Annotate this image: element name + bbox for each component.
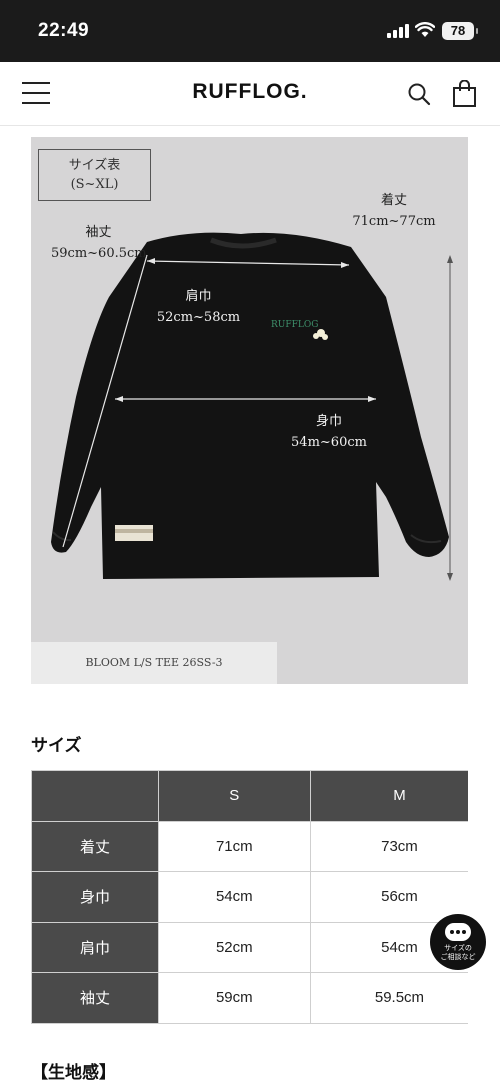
table-row: 肩巾 52cm 54cm bbox=[31, 921, 468, 973]
row-header: 着丈 bbox=[31, 820, 159, 872]
size-consultation-chat-button[interactable]: サイズの ご相談など bbox=[430, 914, 486, 970]
chat-bubble-icon bbox=[445, 923, 471, 941]
size-table: S M L 着丈 71cm 73cm 75c 身巾 54cm 56cm 58c … bbox=[31, 770, 468, 1024]
length-annotation: 着丈 71cm~77cm bbox=[349, 189, 439, 229]
size-section-title: サイズ bbox=[31, 736, 82, 755]
product-size-chart-image: RUFFLOG サイズ表 (S~XL) 袖丈 59cm~60.5cm 着丈 71… bbox=[31, 137, 468, 684]
table-row: 身巾 54cm 56cm 58c bbox=[31, 871, 468, 923]
table-row: 袖丈 59cm 59.5cm 60c bbox=[31, 972, 468, 1024]
sleeve-annotation: 袖丈 59cm~60.5cm bbox=[51, 221, 147, 261]
cellular-signal-icon bbox=[387, 24, 409, 38]
table-cell: 73cm bbox=[309, 820, 468, 872]
body-width-value: 54m~60cm bbox=[291, 435, 367, 450]
chat-label-line2: ご相談など bbox=[440, 954, 476, 961]
site-header: RUFFLOG. bbox=[0, 62, 500, 126]
column-header: M bbox=[309, 770, 468, 822]
body-width-label: 身巾 bbox=[315, 414, 342, 429]
table-cell: 59.5cm bbox=[309, 972, 468, 1024]
size-range-label: (S~XL) bbox=[70, 177, 119, 192]
hamburger-menu-icon[interactable] bbox=[22, 82, 50, 104]
product-caption: BLOOM L/S TEE 26SS-3 bbox=[31, 642, 277, 684]
row-header: 身巾 bbox=[31, 871, 159, 923]
table-cell: 59cm bbox=[157, 972, 311, 1024]
site-logo[interactable]: RUFFLOG. bbox=[150, 80, 350, 104]
column-header: S bbox=[157, 770, 311, 822]
chat-label-line1: サイズの bbox=[444, 945, 472, 952]
size-table-header-row: S M L bbox=[31, 770, 468, 822]
shoulder-value: 52cm~58cm bbox=[156, 310, 241, 325]
table-corner-cell bbox=[31, 770, 159, 822]
table-cell: 56cm bbox=[309, 871, 468, 923]
length-label: 着丈 bbox=[380, 193, 407, 208]
shopping-bag-icon[interactable] bbox=[453, 80, 476, 107]
wifi-icon bbox=[415, 22, 435, 37]
shoulder-annotation: 肩巾 52cm~58cm bbox=[151, 285, 246, 325]
size-table-scroll[interactable]: S M L 着丈 71cm 73cm 75c 身巾 54cm 56cm 58c … bbox=[31, 770, 468, 1024]
status-time: 22:49 bbox=[38, 20, 90, 41]
table-cell: 52cm bbox=[157, 921, 311, 973]
chat-button-label: サイズの ご相談など bbox=[430, 944, 486, 962]
length-value: 71cm~77cm bbox=[352, 214, 436, 229]
size-chart-label-box: サイズ表 (S~XL) bbox=[38, 149, 151, 201]
status-bar: 22:49 78 bbox=[0, 0, 500, 62]
row-header: 袖丈 bbox=[31, 972, 159, 1024]
search-icon[interactable] bbox=[407, 82, 431, 106]
sleeve-value: 59cm~60.5cm bbox=[51, 246, 147, 261]
sleeve-label: 袖丈 bbox=[85, 225, 112, 240]
battery-icon: 78 bbox=[442, 22, 478, 40]
table-cell: 54cm bbox=[157, 871, 311, 923]
row-header: 肩巾 bbox=[31, 921, 159, 973]
table-row: 着丈 71cm 73cm 75c bbox=[31, 820, 468, 872]
fabric-section-title: 【生地感】 bbox=[31, 1063, 116, 1080]
svg-text:RUFFLOG: RUFFLOG bbox=[271, 320, 318, 330]
table-cell: 71cm bbox=[157, 820, 311, 872]
size-chart-label: サイズ表 bbox=[68, 158, 121, 173]
shoulder-label: 肩巾 bbox=[185, 289, 212, 304]
body-width-annotation: 身巾 54m~60cm bbox=[284, 410, 374, 450]
